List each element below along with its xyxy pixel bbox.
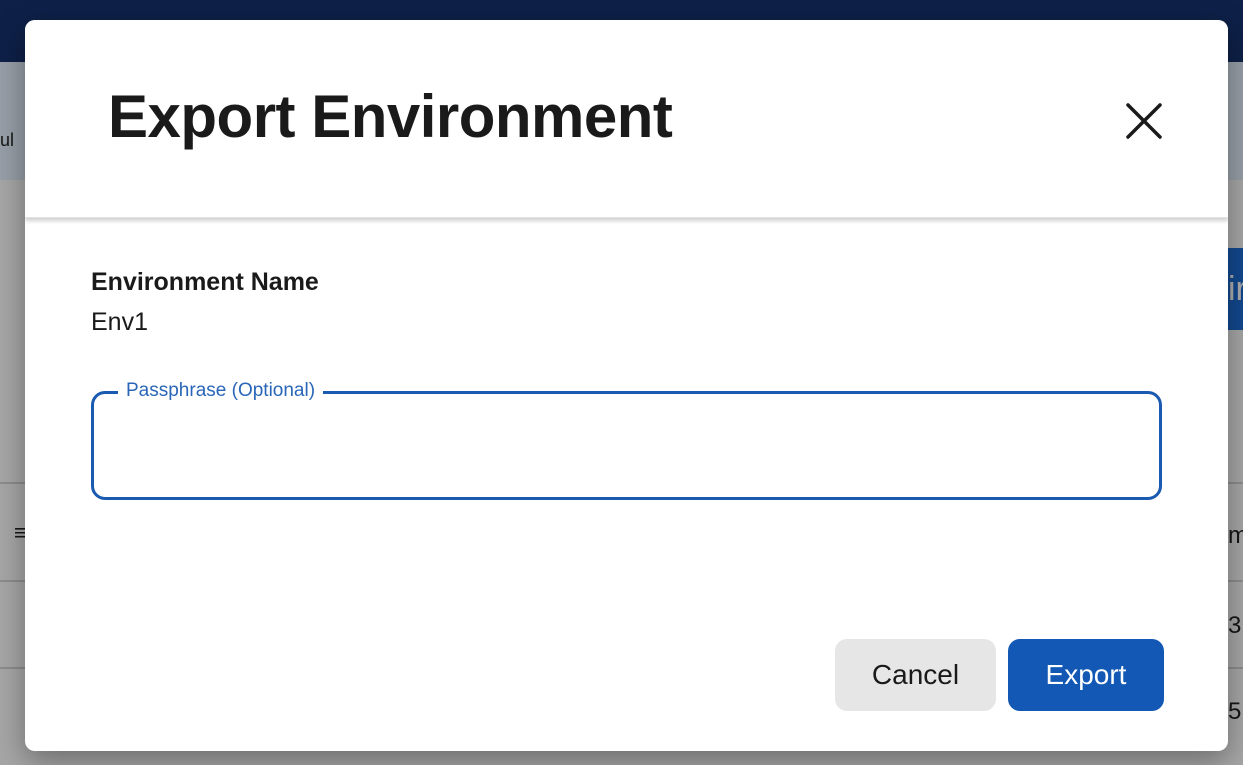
passphrase-input[interactable] xyxy=(116,424,1140,470)
passphrase-label: Passphrase (Optional) xyxy=(118,380,324,402)
environment-name-value: Env1 xyxy=(91,308,148,336)
cancel-button[interactable]: Cancel xyxy=(835,639,996,711)
close-icon xyxy=(1126,103,1162,139)
dialog-header: Export Environment xyxy=(25,20,1228,218)
environment-name-label: Environment Name xyxy=(91,268,319,296)
passphrase-field[interactable]: Passphrase (Optional) xyxy=(91,380,1162,500)
export-button[interactable]: Export xyxy=(1008,639,1164,711)
export-environment-dialog: Export Environment Environment Name Env1… xyxy=(25,20,1228,751)
close-button[interactable] xyxy=(1123,100,1165,142)
dialog-title: Export Environment xyxy=(108,83,673,150)
